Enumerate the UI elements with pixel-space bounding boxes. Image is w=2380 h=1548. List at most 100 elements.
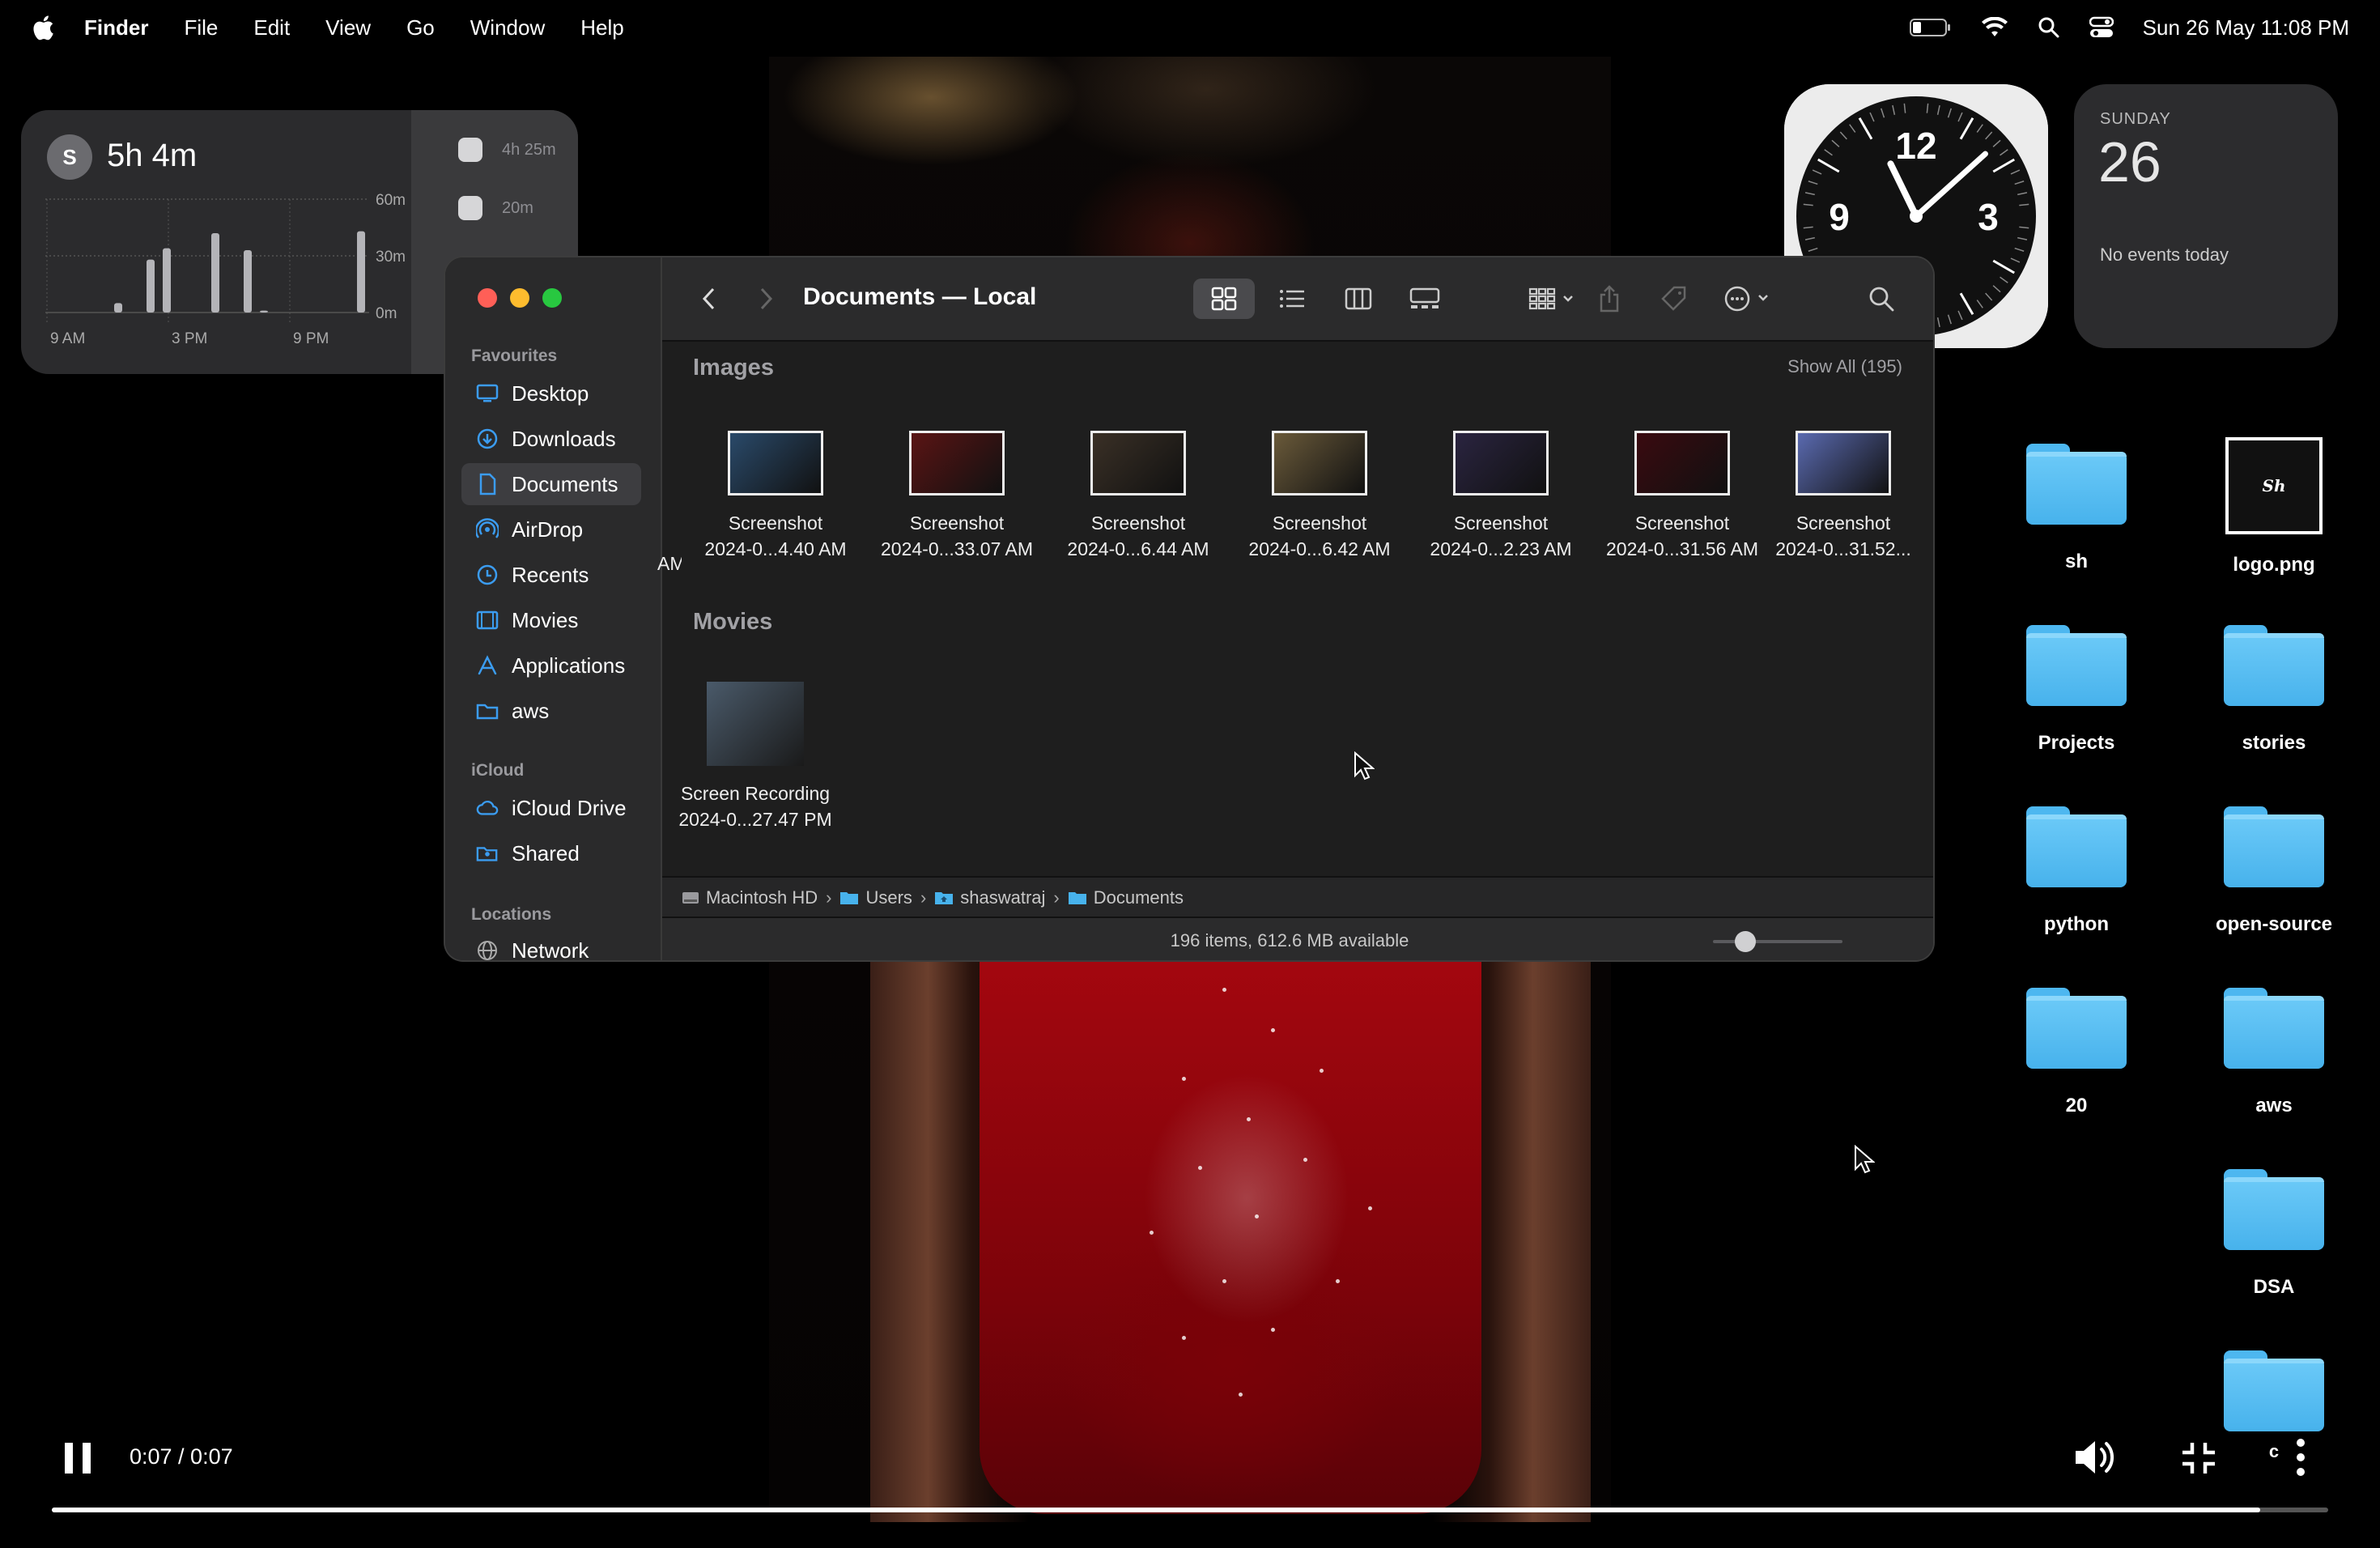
sidebar-item-airdrop[interactable]: AirDrop — [461, 508, 641, 551]
list-view-icon — [1280, 290, 1304, 308]
control-center-icon[interactable] — [2089, 16, 2114, 39]
path-item-macintosh-hd[interactable]: Macintosh HD — [682, 887, 818, 908]
apple-icon[interactable] — [31, 14, 55, 41]
menu-window[interactable]: Window — [470, 15, 545, 40]
finder-window[interactable]: Favourites Desktop Downloads Documents A… — [445, 257, 1933, 960]
path-item-documents[interactable]: Documents — [1068, 887, 1184, 908]
volume-icon[interactable] — [2072, 1436, 2118, 1478]
group-by-button[interactable] — [1520, 279, 1585, 319]
screen-time-app-2: 20m — [458, 196, 533, 220]
image-item-line2: 2024-0...2.23 AM — [1430, 538, 1572, 559]
list-view-button[interactable] — [1261, 279, 1323, 319]
desktop-folder-aws[interactable]: aws — [2181, 988, 2367, 1117]
close-button[interactable] — [478, 288, 497, 308]
more-actions-button[interactable] — [1716, 279, 1781, 319]
path-item-users[interactable]: Users — [839, 887, 912, 908]
chart-bar — [260, 310, 268, 313]
menu-app-name[interactable]: Finder — [84, 15, 148, 40]
image-item-partial-label: AM — [657, 553, 682, 574]
show-all-link[interactable]: Show All (195) — [1787, 356, 1902, 377]
desktop-folder-dsa[interactable]: DSA — [2181, 1169, 2367, 1299]
folder-icon — [2224, 1350, 2324, 1431]
more-options-icon[interactable] — [2293, 1438, 2309, 1477]
finder-content: Images Show All (195) AM Screenshot 2024-… — [657, 342, 1933, 876]
avatar: S — [47, 134, 92, 180]
minimize-button[interactable] — [510, 288, 529, 308]
search-button[interactable] — [1864, 279, 1899, 319]
movie-thumbnail — [707, 682, 804, 766]
desktop-item-label: stories — [2242, 732, 2306, 754]
image-item[interactable]: Screenshot 2024-0...31.56 AM — [1593, 431, 1771, 562]
image-item[interactable]: Screenshot 2024-0...6.42 AM — [1230, 431, 1409, 562]
image-item[interactable]: Screenshot 2024-0...6.44 AM — [1049, 431, 1227, 562]
menu-file[interactable]: File — [184, 15, 218, 40]
image-item[interactable]: Screenshot 2024-0...33.07 AM — [868, 431, 1046, 562]
icon-size-slider[interactable] — [1713, 931, 1842, 952]
exit-fullscreen-icon[interactable] — [2181, 1441, 2216, 1475]
group-icon — [1528, 287, 1573, 310]
image-thumbnail — [1453, 431, 1549, 495]
desktop-folder-20[interactable]: 20 — [1983, 988, 2170, 1117]
sidebar-item-desktop[interactable]: Desktop — [461, 372, 641, 415]
menu-help[interactable]: Help — [580, 15, 623, 40]
sidebar-item-icloud-drive[interactable]: iCloud Drive — [461, 787, 641, 829]
sidebar-item-shared[interactable]: Shared — [461, 832, 641, 874]
wifi-icon[interactable] — [1981, 17, 2008, 38]
tag-icon — [1661, 286, 1686, 311]
movie-item[interactable]: Screen Recording 2024-0...27.47 PM — [662, 682, 848, 832]
sidebar-item-movies[interactable]: Movies — [461, 599, 641, 641]
path-bar: Macintosh HD › Users › shaswatraj › Docu… — [662, 876, 1933, 918]
sidebar-section-favourites: Favourites — [471, 347, 558, 365]
image-item-partial[interactable]: AM — [657, 551, 682, 576]
sidebar-item-applications[interactable]: Applications — [461, 644, 641, 687]
icon-view-button[interactable] — [1193, 279, 1255, 319]
sidebar-item-aws[interactable]: aws — [461, 690, 641, 732]
desktop-folder-stories[interactable]: stories — [2181, 625, 2367, 755]
folder-icon — [2026, 444, 2127, 525]
share-button[interactable] — [1592, 279, 1627, 319]
desktop-folder-projects[interactable]: Projects — [1983, 625, 2170, 755]
menubar-clock[interactable]: Sun 26 May 11:08 PM — [2143, 15, 2349, 40]
image-item[interactable]: Screenshot 2024-0...4.40 AM — [686, 431, 865, 562]
zoom-button[interactable] — [542, 288, 562, 308]
sidebar-item-downloads[interactable]: Downloads — [461, 418, 641, 460]
desktop-folder-python[interactable]: python — [1983, 806, 2170, 936]
image-item-line1: Screenshot — [1634, 512, 1730, 534]
desktop-item-label: aws — [2255, 1095, 2293, 1116]
column-view-icon — [1345, 287, 1372, 310]
ellipsis-circle-icon — [1724, 286, 1768, 312]
column-view-button[interactable] — [1328, 279, 1389, 319]
sidebar-item-recents[interactable]: Recents — [461, 554, 641, 596]
movies-icon — [476, 610, 499, 630]
sidebar-item-label: Movies — [512, 607, 579, 632]
desktop-file-logo[interactable]: Sh logo.png — [2181, 437, 2367, 576]
image-item[interactable]: Screenshot 2024-0...31.52... — [1774, 431, 1912, 562]
sidebar-item-documents[interactable]: Documents — [461, 463, 641, 505]
menu-edit[interactable]: Edit — [253, 15, 290, 40]
folder-icon — [2026, 988, 2127, 1069]
desktop-icon — [476, 384, 499, 402]
icon-size-slider-knob[interactable] — [1735, 931, 1756, 952]
forward-button[interactable] — [750, 279, 782, 319]
video-progress-bar[interactable] — [52, 1508, 2328, 1512]
back-button[interactable] — [693, 279, 725, 319]
spotlight-search-icon[interactable] — [2038, 16, 2060, 39]
calendar-widget[interactable]: SUNDAY 26 No events today — [2074, 84, 2338, 348]
menu-view[interactable]: View — [325, 15, 371, 40]
pause-icon[interactable] — [62, 1441, 94, 1475]
sidebar-item-network[interactable]: Network — [461, 929, 641, 960]
desktop-folder-sh[interactable]: sh — [1983, 444, 2170, 573]
desktop-folder-open-source[interactable]: open-source — [2181, 806, 2367, 936]
path-item-label: Macintosh HD — [706, 887, 818, 908]
screen-time-total: 5h 4m — [107, 138, 198, 173]
desktop-item-label: Projects — [2038, 732, 2115, 754]
menu-bar: Finder File Edit View Go Window Help Sun… — [0, 0, 2380, 55]
path-separator: › — [1053, 887, 1060, 908]
image-item[interactable]: Screenshot 2024-0...2.23 AM — [1412, 431, 1590, 562]
battery-icon[interactable] — [1909, 18, 1952, 37]
tag-button[interactable] — [1656, 279, 1692, 319]
mouse-pointer-icon — [1855, 1145, 1875, 1174]
menu-go[interactable]: Go — [406, 15, 435, 40]
gallery-view-button[interactable] — [1394, 279, 1456, 319]
path-item-user-home[interactable]: shaswatraj — [934, 887, 1045, 908]
